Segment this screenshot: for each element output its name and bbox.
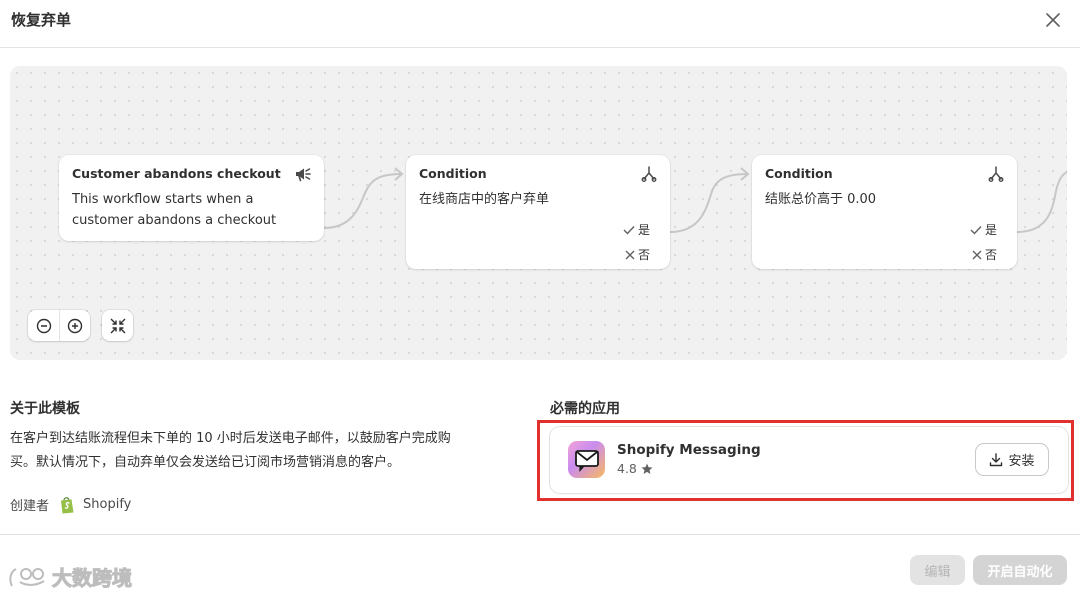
zoom-in-button[interactable] [59,310,90,341]
condition-description: 结账总价高于 0.00 [765,192,877,207]
close-icon [1046,13,1060,27]
about-description-line2: 买。默认情况下，自动弃单仅会发送给已订阅市场营销消息的客户。 [10,455,401,470]
condition-description: 在线商店中的客户弃单 [419,192,550,207]
zoom-controls [28,310,90,341]
zoom-out-icon [36,318,51,333]
shopify-logo-icon [61,496,74,513]
trigger-description-line2: customer abandons a checkout [72,213,277,228]
collapse-icon [110,318,125,333]
branch-no: 否 [972,246,997,263]
watermark: 大数跨境 [8,562,133,591]
modal-title: 恢复弃单 [11,11,72,29]
trigger-description-line1: This workflow starts when a [72,192,254,207]
close-button[interactable] [1042,9,1064,31]
branch-yes: 是 [970,221,997,238]
edit-button[interactable]: 编辑 [910,555,965,585]
fit-view-button[interactable] [102,310,133,341]
trigger-node[interactable]: Customer abandons checkout This workflow… [59,155,324,241]
branch-yes-label: 是 [637,223,650,237]
modal-header: 恢复弃单 [0,0,1080,48]
condition-title: Condition [765,166,833,181]
workflow-canvas[interactable]: Customer abandons checkout This workflow… [10,66,1067,360]
about-description: 在客户到达结账流程但未下单的 10 小时后发送电子邮件，以鼓励客户完成购 买。默… [10,427,510,475]
required-apps-heading: 必需的应用 [550,401,620,417]
creator-info: 创建者 Shopify [10,495,131,514]
turn-on-automation-button[interactable]: 开启自动化 [973,555,1067,585]
x-icon [972,250,982,259]
megaphone-icon [296,168,311,182]
watermark-logo-icon [9,567,45,586]
creator-name: Shopify [83,497,132,512]
highlight-box [537,420,1074,501]
branch-no: 否 [625,246,650,263]
x-icon [625,250,635,259]
branch-yes-label: 是 [984,223,997,237]
condition-node-2[interactable]: Condition 结账总价高于 0.00 是 否 [752,155,1017,269]
trigger-title: Customer abandons checkout [72,166,281,181]
check-icon [970,225,982,235]
modal-footer: 编辑 开启自动化 大数跨境 [0,534,1080,597]
branch-icon [641,166,657,182]
branch-icon [988,166,1004,182]
condition-title: Condition [419,166,487,181]
branch-yes: 是 [623,221,650,238]
creator-label: 创建者 [10,499,50,514]
watermark-text: 大数跨境 [52,566,133,591]
about-heading: 关于此模板 [10,401,80,417]
zoom-in-icon [67,318,83,333]
check-icon [623,225,635,235]
branch-no-label: 否 [637,248,650,262]
zoom-out-button[interactable] [28,310,59,341]
branch-no-label: 否 [984,248,997,262]
trigger-description: This workflow starts when a customer aba… [72,189,290,231]
about-description-line1: 在客户到达结账流程但未下单的 10 小时后发送电子邮件，以鼓励客户完成购 [10,431,451,446]
condition-node-1[interactable]: Condition 在线商店中的客户弃单 是 否 [406,155,670,269]
